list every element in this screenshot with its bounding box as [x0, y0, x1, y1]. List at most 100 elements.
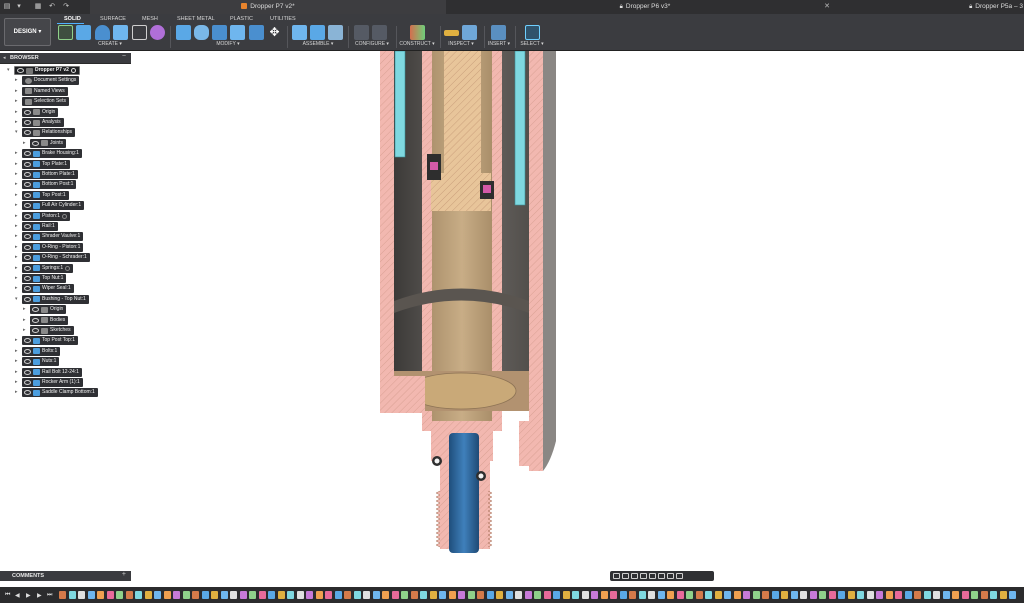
- timeline-feature-icon[interactable]: [752, 591, 760, 599]
- visibility-eye-icon[interactable]: [24, 151, 31, 157]
- browser-item-pill[interactable]: Named Views: [22, 86, 68, 96]
- browser-item-pill[interactable]: Saddle Clamp Bottom:1: [22, 388, 98, 398]
- timeline-feature-icon[interactable]: [401, 591, 408, 599]
- chevron-right-icon[interactable]: ▸: [15, 223, 21, 230]
- close-icon[interactable]: ✕: [824, 0, 830, 14]
- timeline-feature-icon[interactable]: [334, 591, 342, 599]
- timeline-feature-icon[interactable]: [192, 591, 199, 599]
- visibility-eye-icon[interactable]: [24, 390, 31, 396]
- timeline-feature-icon[interactable]: [923, 591, 931, 599]
- timeline-feature-icon[interactable]: [876, 591, 883, 599]
- chevron-down-icon[interactable]: ▾: [7, 67, 13, 74]
- move-icon[interactable]: ✥: [267, 25, 282, 40]
- timeline-feature-icon[interactable]: [287, 591, 294, 599]
- chevron-right-icon[interactable]: ▸: [23, 140, 29, 147]
- timeline-feature-icon[interactable]: [610, 591, 617, 599]
- chevron-right-icon[interactable]: ▸: [15, 358, 21, 365]
- visibility-eye-icon[interactable]: [24, 172, 31, 177]
- visibility-eye-icon[interactable]: [24, 203, 31, 209]
- timeline-feature-icon[interactable]: [515, 591, 522, 599]
- visibility-eye-icon[interactable]: [24, 224, 31, 229]
- browser-item-pill[interactable]: Bottom Post:1: [22, 180, 77, 190]
- visibility-eye-icon[interactable]: [24, 286, 31, 292]
- timeline-feature-icon[interactable]: [705, 591, 712, 599]
- timeline-feature-icon[interactable]: [439, 591, 446, 599]
- browser-item-pill[interactable]: Origin: [30, 305, 67, 315]
- chevron-right-icon[interactable]: ▸: [15, 88, 21, 95]
- measure-icon[interactable]: [444, 30, 459, 36]
- timeline-feature-icon[interactable]: [458, 591, 465, 599]
- step-forward-icon[interactable]: ▶: [37, 592, 42, 599]
- timeline-feature-icon[interactable]: [809, 591, 817, 599]
- browser-item-pill[interactable]: Nuts:1: [22, 357, 60, 367]
- browser-item-pill[interactable]: Full Air Cylinder:1: [22, 201, 85, 211]
- timeline-feature-icon[interactable]: [249, 591, 256, 599]
- chevron-right-icon[interactable]: ▸: [15, 171, 21, 178]
- timeline-feature-icon[interactable]: [553, 591, 560, 599]
- browser-item-pill[interactable]: Wiper Seal:1: [22, 284, 74, 294]
- orbit-icon[interactable]: [613, 573, 620, 579]
- doc-tab[interactable]: 🔒︎ Dropper P5a – 3: [845, 0, 1024, 14]
- timeline-feature-icon[interactable]: [429, 591, 437, 599]
- play-icon[interactable]: ▶: [26, 592, 31, 599]
- chevron-right-icon[interactable]: ▸: [15, 192, 21, 199]
- form-icon[interactable]: [150, 25, 165, 40]
- visibility-eye-icon[interactable]: [24, 255, 31, 261]
- visibility-eye-icon[interactable]: [24, 192, 31, 198]
- timeline-feature-icon[interactable]: [496, 591, 503, 599]
- chevron-right-icon[interactable]: ▸: [15, 77, 21, 84]
- construct-menu[interactable]: CONSTRUCT ▾: [397, 41, 437, 47]
- minimize-icon[interactable]: −: [122, 53, 126, 60]
- timeline-feature-icon[interactable]: [866, 591, 874, 599]
- chevron-right-icon[interactable]: ▸: [15, 150, 21, 157]
- create-sketch-icon[interactable]: [58, 25, 73, 40]
- browser-item-pill[interactable]: Sketches: [30, 326, 74, 335]
- browser-item-pill[interactable]: Shrader Vaulve:1: [22, 232, 84, 242]
- visibility-eye-icon[interactable]: [32, 328, 39, 333]
- timeline-features[interactable]: [59, 589, 1024, 601]
- timeline-feature-icon[interactable]: [382, 591, 389, 599]
- browser-item-pill[interactable]: Origin: [22, 107, 59, 117]
- visibility-eye-icon[interactable]: [24, 234, 31, 240]
- rewind-icon[interactable]: ⏮: [5, 592, 10, 599]
- timeline-feature-icon[interactable]: [990, 591, 997, 599]
- pan-icon[interactable]: [631, 573, 638, 579]
- timeline-feature-icon[interactable]: [629, 591, 636, 599]
- visibility-eye-icon[interactable]: [24, 338, 31, 344]
- timeline-feature-icon[interactable]: [933, 591, 940, 599]
- visibility-eye-icon[interactable]: [24, 296, 31, 302]
- inspect-menu[interactable]: INSPECT ▾: [445, 41, 477, 47]
- activate-radio-icon[interactable]: [70, 68, 76, 73]
- visibility-eye-icon[interactable]: [24, 265, 31, 271]
- browser-panel-header[interactable]: ◂ BROWSER −: [0, 53, 131, 64]
- timeline-feature-icon[interactable]: [87, 591, 95, 599]
- browser-item-pill[interactable]: Joints: [30, 138, 67, 148]
- timeline-feature-icon[interactable]: [942, 591, 950, 599]
- select-menu[interactable]: SELECT ▾: [518, 41, 546, 47]
- activate-radio-icon[interactable]: [65, 265, 71, 271]
- combine-icon[interactable]: [249, 25, 264, 40]
- timeline-feature-icon[interactable]: [306, 591, 313, 599]
- timeline-feature-icon[interactable]: [952, 591, 959, 599]
- redo-icon[interactable]: ↷: [62, 3, 70, 11]
- browser-item-pill[interactable]: O-Ring - Piston:1: [22, 242, 84, 252]
- timeline-feature-icon[interactable]: [819, 591, 826, 599]
- timeline-feature-icon[interactable]: [258, 591, 266, 599]
- configure-menu[interactable]: CONFIGURE ▾: [352, 41, 392, 47]
- timeline-feature-icon[interactable]: [686, 591, 693, 599]
- root-pill[interactable]: Dropper P7 v2: [14, 66, 80, 75]
- timeline-feature-icon[interactable]: [591, 591, 598, 599]
- fit-icon[interactable]: [649, 573, 656, 579]
- timeline-feature-icon[interactable]: [543, 591, 551, 599]
- revolve-icon[interactable]: [95, 25, 110, 40]
- timeline-feature-icon[interactable]: [220, 591, 228, 599]
- chevron-right-icon[interactable]: ▸: [15, 119, 21, 126]
- timeline-feature-icon[interactable]: [239, 591, 247, 599]
- chevron-right-icon[interactable]: ▸: [15, 213, 21, 220]
- chevron-right-icon[interactable]: ▸: [23, 317, 29, 324]
- chevron-right-icon[interactable]: ▸: [15, 275, 21, 282]
- visibility-eye-icon[interactable]: [17, 68, 24, 73]
- browser-item-pill[interactable]: Analysis: [22, 118, 64, 127]
- tab-solid[interactable]: SOLID: [64, 15, 81, 23]
- timeline-feature-icon[interactable]: [78, 591, 85, 599]
